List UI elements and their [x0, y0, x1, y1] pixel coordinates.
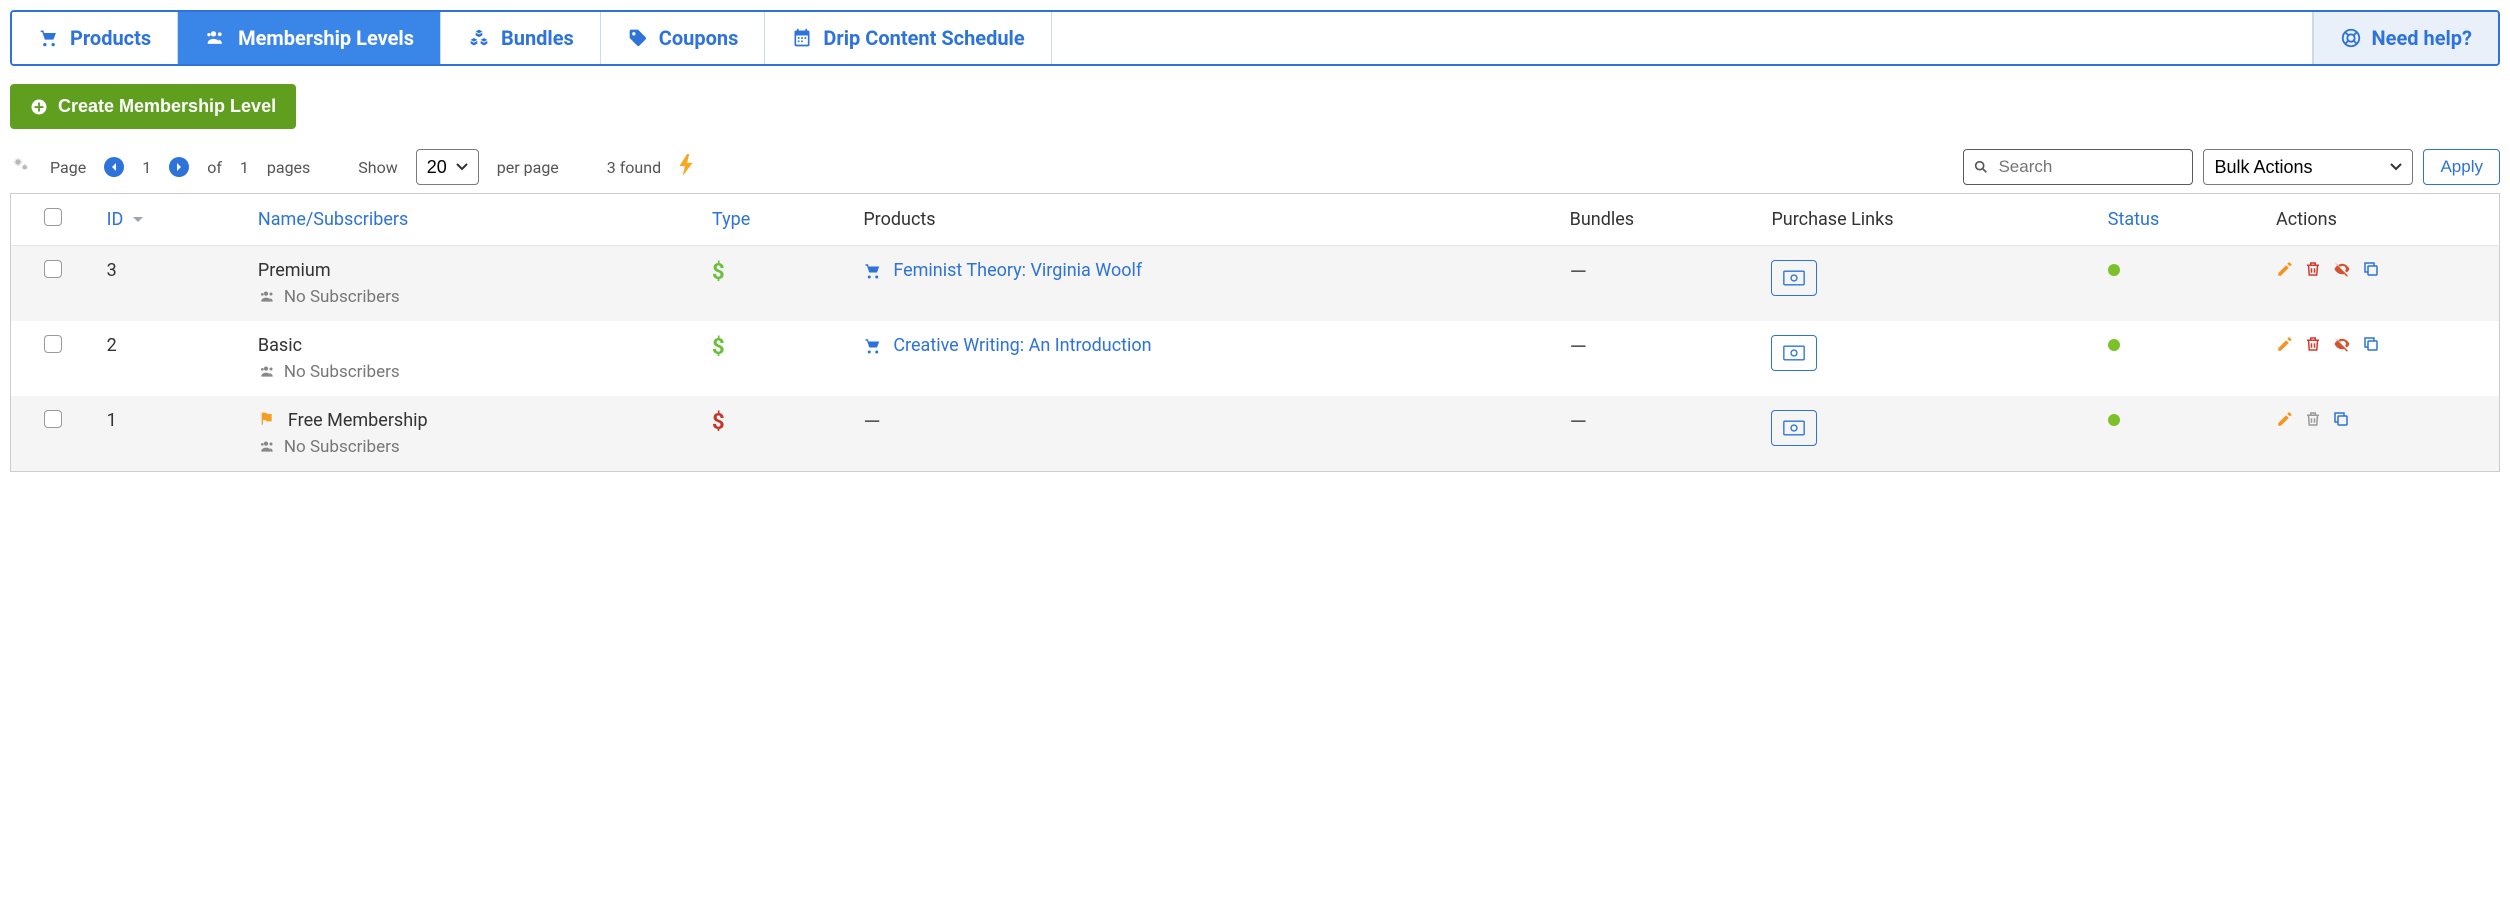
- header-type[interactable]: Type: [700, 194, 851, 246]
- search-icon: [1973, 159, 1989, 175]
- found-label: 3 found: [607, 158, 661, 177]
- plus-circle-icon: [30, 98, 48, 116]
- row-id: 1: [95, 396, 246, 472]
- page-label: Page: [50, 158, 86, 177]
- boxes-icon: [467, 28, 491, 48]
- flag-icon: [258, 410, 276, 431]
- membership-name[interactable]: Free Membership: [288, 410, 428, 431]
- tab-label: Coupons: [659, 26, 739, 50]
- row-checkbox[interactable]: [44, 410, 62, 428]
- header-id[interactable]: ID: [95, 194, 246, 246]
- tab-label: Membership Levels: [238, 26, 414, 50]
- tab-label: Products: [70, 26, 151, 50]
- per-page-select[interactable]: 20: [416, 149, 479, 185]
- main-tabs: Products Membership Levels Bundles Coupo…: [10, 10, 2500, 66]
- subscriber-count: No Subscribers: [258, 287, 688, 307]
- bulk-actions-select[interactable]: Bulk Actions: [2203, 149, 2413, 185]
- purchase-link-button[interactable]: [1771, 260, 1817, 296]
- create-membership-level-button[interactable]: Create Membership Level: [10, 84, 296, 129]
- table-toolbar: Page 1 of 1 pages Show 20 per page 3 fou…: [10, 149, 2500, 185]
- sort-desc-icon: [132, 209, 144, 230]
- tab-label: Bundles: [501, 26, 574, 50]
- tab-products[interactable]: Products: [12, 12, 178, 64]
- delete-action-icon[interactable]: [2304, 260, 2322, 283]
- search-input[interactable]: [1963, 149, 2193, 185]
- table-row: 3 Premium No Subscribers $ Feminist Theory: …: [11, 246, 2500, 322]
- show-label: Show: [358, 158, 397, 177]
- membership-name[interactable]: Premium: [258, 260, 331, 281]
- delete-action-icon[interactable]: [2304, 335, 2322, 358]
- lifebuoy-icon: [2340, 27, 2362, 49]
- table-row: 2 Basic No Subscribers $ Creative Writing: A…: [11, 321, 2500, 396]
- row-checkbox[interactable]: [44, 335, 62, 353]
- tab-coupons[interactable]: Coupons: [601, 12, 766, 64]
- cart-icon: [38, 28, 60, 48]
- header-products: Products: [851, 194, 1557, 246]
- delete-action-icon[interactable]: [2304, 410, 2322, 433]
- search-wrapper: [1963, 149, 2193, 185]
- bundles-cell: —: [1570, 335, 1587, 360]
- subscriber-count: No Subscribers: [258, 362, 688, 382]
- status-active-icon: [2108, 339, 2120, 351]
- tab-label: Drip Content Schedule: [823, 26, 1024, 50]
- tab-membership-levels[interactable]: Membership Levels: [178, 12, 441, 64]
- of-label: of: [207, 158, 222, 177]
- empty-dash: —: [863, 410, 880, 435]
- type-dollar-icon: $: [712, 410, 725, 435]
- header-status[interactable]: Status: [2096, 194, 2264, 246]
- purchase-link-button[interactable]: [1771, 410, 1817, 446]
- header-bundles: Bundles: [1558, 194, 1760, 246]
- row-checkbox[interactable]: [44, 260, 62, 278]
- edit-action-icon[interactable]: [2276, 410, 2294, 433]
- total-pages: 1: [240, 158, 249, 177]
- tab-need-help[interactable]: Need help?: [2313, 12, 2498, 64]
- tab-label: Need help?: [2372, 26, 2472, 50]
- edit-action-icon[interactable]: [2276, 260, 2294, 283]
- purchase-link-button[interactable]: [1771, 335, 1817, 371]
- type-dollar-icon: $: [712, 260, 725, 285]
- row-id: 2: [95, 321, 246, 396]
- bolt-icon[interactable]: [679, 154, 693, 181]
- header-actions: Actions: [2264, 194, 2500, 246]
- header-purchase-links: Purchase Links: [1759, 194, 2095, 246]
- membership-name[interactable]: Basic: [258, 335, 302, 356]
- type-dollar-icon: $: [712, 335, 725, 360]
- users-icon: [204, 28, 228, 48]
- current-page: 1: [142, 158, 151, 177]
- tab-drip-content[interactable]: Drip Content Schedule: [765, 12, 1051, 64]
- table-row: 1 Free Membership No Subscribers $ — —: [11, 396, 2500, 472]
- bundles-cell: —: [1570, 410, 1587, 435]
- header-name[interactable]: Name/Subscribers: [246, 194, 700, 246]
- apply-button[interactable]: Apply: [2423, 149, 2500, 185]
- copy-action-icon[interactable]: [2332, 410, 2350, 433]
- settings-gears-icon[interactable]: [10, 156, 32, 178]
- subscriber-count: No Subscribers: [258, 437, 688, 457]
- copy-action-icon[interactable]: [2362, 335, 2380, 358]
- edit-action-icon[interactable]: [2276, 335, 2294, 358]
- tab-spacer: [1052, 12, 2313, 64]
- product-link[interactable]: Creative Writing: An Introduction: [863, 335, 1545, 356]
- tab-bundles[interactable]: Bundles: [441, 12, 601, 64]
- button-label: Create Membership Level: [58, 96, 276, 117]
- tag-icon: [627, 28, 649, 48]
- status-active-icon: [2108, 414, 2120, 426]
- calendar-icon: [791, 28, 813, 48]
- status-active-icon: [2108, 264, 2120, 276]
- hide-action-icon[interactable]: [2332, 260, 2352, 283]
- product-link[interactable]: Feminist Theory: Virginia Woolf: [863, 260, 1545, 281]
- hide-action-icon[interactable]: [2332, 335, 2352, 358]
- next-page-button[interactable]: [169, 157, 189, 177]
- bundles-cell: —: [1570, 260, 1587, 285]
- prev-page-button[interactable]: [104, 157, 124, 177]
- select-all-checkbox[interactable]: [44, 208, 62, 226]
- per-page-label: per page: [497, 158, 559, 177]
- row-id: 3: [95, 246, 246, 322]
- membership-table: ID Name/Subscribers Type Products Bundle…: [10, 193, 2500, 472]
- pages-label: pages: [267, 158, 310, 177]
- copy-action-icon[interactable]: [2362, 260, 2380, 283]
